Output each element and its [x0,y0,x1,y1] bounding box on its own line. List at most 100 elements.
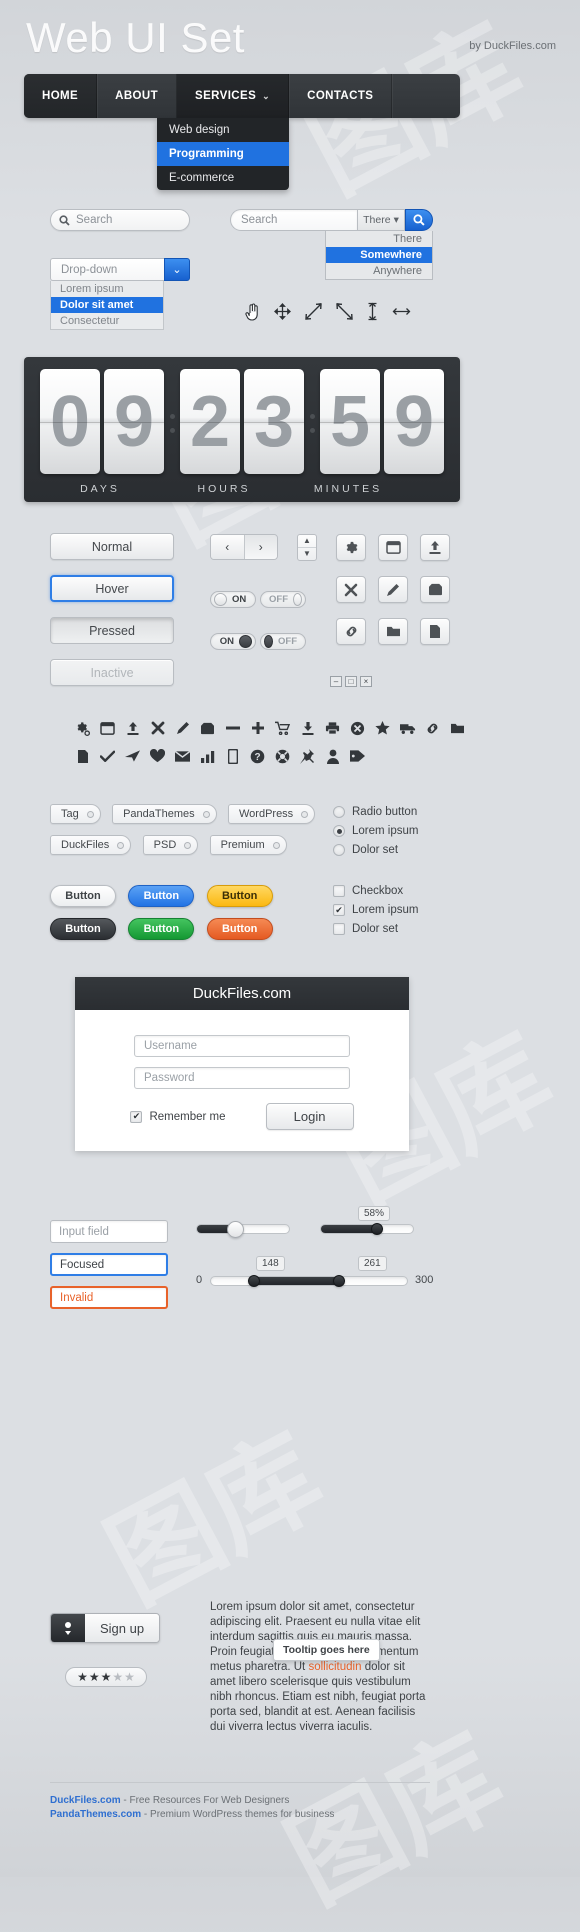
search-input[interactable]: Search [50,209,190,231]
tag-item[interactable]: Tag [50,804,101,824]
star-circle-icon [345,714,370,742]
search-scope-select[interactable]: There ▾ [357,209,405,231]
star-icon[interactable]: ★ [112,1670,123,1684]
submenu-item-programming[interactable]: Programming [157,142,289,166]
icon-button-folder[interactable] [378,618,408,645]
nav-item-contacts[interactable]: CONTACTS [289,74,393,118]
nav-item-about[interactable]: ABOUT [97,74,177,118]
radio-label: Radio button [352,806,418,818]
icon-button-close[interactable] [336,576,366,603]
button-normal[interactable]: Normal [50,533,174,560]
radio-option-radio-button[interactable]: Radio button [333,806,418,818]
pager-next-button[interactable]: › [244,535,277,559]
maximize-icon[interactable]: □ [345,676,357,687]
footer-link-pandathemes[interactable]: PandaThemes.com [50,1809,141,1820]
username-field[interactable]: Username [134,1035,350,1057]
window-icon [385,541,401,554]
icon-button-box[interactable] [420,576,450,603]
folder-icon [445,714,470,742]
toggle-on-light[interactable]: ON [210,591,256,608]
color-button-blue[interactable]: Button [128,885,195,907]
icon-button-gear[interactable] [336,534,366,561]
rating-widget[interactable]: ★ ★ ★ ★ ★ [65,1667,147,1687]
close-icon[interactable]: × [360,676,372,687]
icon-button-upload[interactable] [420,534,450,561]
star-icon[interactable]: ★ [124,1670,135,1684]
submenu-item-ecommerce[interactable]: E-commerce [157,166,289,190]
paragraph-link[interactable]: sollicitudin [308,1661,361,1673]
dropdown-select[interactable]: Drop-down ⌄ [50,258,190,281]
spinner-down-button[interactable]: ▼ [298,548,316,561]
signup-button[interactable]: Sign up [50,1613,160,1643]
tag-item[interactable]: WordPress [227,804,316,824]
color-button-yellow[interactable]: Button [206,885,273,907]
icon-button-link[interactable] [336,618,366,645]
range-handle-high[interactable] [332,1275,345,1287]
toggle-off-dark[interactable]: OFF [260,633,306,650]
login-form: DuckFiles.com Username Password ✔ Rememb… [75,977,409,1151]
checkbox-option-lorem-ipsum[interactable]: ✔ Lorem ipsum [333,904,418,916]
range-slider[interactable] [210,1275,408,1287]
star-icon[interactable]: ★ [77,1670,88,1684]
toggle-off-light[interactable]: OFF [260,591,306,608]
input-field-normal[interactable]: Input field [50,1220,168,1243]
checkbox-option-checkbox[interactable]: Checkbox [333,885,418,897]
scope-option-there[interactable]: There [326,231,432,247]
submenu-item-web-design[interactable]: Web design [157,118,289,142]
slider-handle[interactable] [370,1223,383,1235]
tag-label: WordPress [238,808,294,820]
minimize-icon[interactable]: – [330,676,342,687]
star-icon[interactable]: ★ [89,1670,100,1684]
checkbox-group: Checkbox ✔ Lorem ipsum Dolor set [333,885,418,942]
star-icon[interactable]: ★ [101,1670,112,1684]
toggle-on-dark[interactable]: ON [210,633,256,650]
button-hover[interactable]: Hover [50,575,174,602]
spinner-control: ▲ ▼ [297,534,317,561]
tag-item[interactable]: Premium [209,835,287,855]
move-icon [274,303,291,320]
color-button-orange[interactable]: Button [206,918,273,940]
icon-button-pencil[interactable] [378,576,408,603]
input-field-focused[interactable]: Focused [50,1253,168,1276]
heart-icon [145,742,170,770]
chevron-down-icon[interactable]: ⌄ [164,258,190,281]
tag-item[interactable]: PandaThemes [112,804,217,824]
pager-prev-button[interactable]: ‹ [211,535,245,559]
tag-item[interactable]: DuckFiles [50,835,132,855]
tag-row-1: Tag PandaThemes WordPress [50,804,323,824]
radio-option-dolor-set[interactable]: Dolor set [333,844,418,856]
tag-item[interactable]: PSD [142,835,199,855]
checkbox-option-dolor-set[interactable]: Dolor set [333,923,418,935]
footer-link-duckfiles[interactable]: DuckFiles.com [50,1795,121,1806]
scope-option-anywhere[interactable]: Anywhere [326,263,432,279]
tag-hole-icon [202,810,210,818]
search-group-input[interactable]: Search [230,209,357,231]
dropdown-option-consectetur[interactable]: Consectetur [51,313,163,329]
spinner-up-button[interactable]: ▲ [298,535,316,548]
slider-handle[interactable] [227,1221,245,1238]
dropdown-option-dolor[interactable]: Dolor sit amet [51,297,163,313]
icon-button-file[interactable] [420,618,450,645]
box-icon [195,714,220,742]
tag-label: PandaThemes [123,808,195,820]
scope-option-somewhere[interactable]: Somewhere [326,247,432,263]
slider-labeled[interactable] [320,1223,414,1235]
remember-me-checkbox[interactable]: ✔ Remember me [130,1110,226,1123]
input-field-invalid[interactable]: Invalid [50,1286,168,1309]
color-button-dark[interactable]: Button [50,918,116,940]
radio-option-lorem-ipsum[interactable]: Lorem ipsum [333,825,418,837]
slider-plain[interactable] [196,1221,290,1238]
password-field[interactable]: Password [134,1067,350,1089]
search-submit-button[interactable] [405,209,433,231]
dropdown-option-lorem[interactable]: Lorem ipsum [51,281,163,297]
icon-button-window[interactable] [378,534,408,561]
footer-text-2: - Premium WordPress themes for business [141,1809,335,1820]
range-handle-low[interactable] [248,1275,261,1287]
button-pressed[interactable]: Pressed [50,617,174,644]
tag-hole-icon [272,841,280,849]
nav-item-services[interactable]: SERVICES ⌄ [177,74,290,118]
color-button-white[interactable]: Button [50,885,116,907]
nav-item-home[interactable]: HOME [24,74,98,118]
color-button-green[interactable]: Button [128,918,195,940]
login-button[interactable]: Login [265,1103,354,1130]
